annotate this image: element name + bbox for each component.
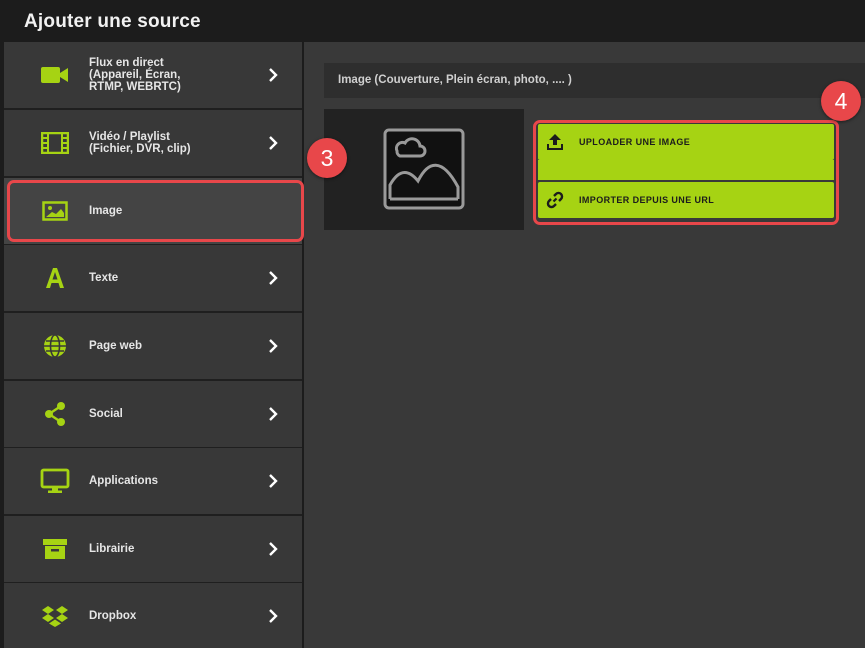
sidebar-item-label: Dropbox: [89, 610, 137, 622]
sidebar-item-label: Applications: [89, 475, 159, 487]
button-group-background: [538, 160, 834, 180]
step-marker-4: 4: [821, 81, 861, 121]
chevron-right-icon: [269, 136, 278, 150]
video-camera-icon: [40, 62, 70, 88]
step-marker-3: 3: [307, 138, 347, 178]
share-icon: [40, 401, 70, 427]
sidebar-item-image[interactable]: Image: [4, 178, 302, 244]
source-detail-header: Image (Couverture, Plein écran, photo, .…: [324, 63, 865, 98]
text-a-icon: [40, 265, 70, 291]
chevron-right-icon: [269, 68, 278, 82]
import-from-url-button[interactable]: IMPORTER DEPUIS UNE URL: [538, 182, 834, 218]
upload-image-button[interactable]: UPLOADER UNE IMAGE: [538, 124, 834, 160]
link-icon: [546, 191, 564, 209]
upload-image-label: UPLOADER UNE IMAGE: [579, 137, 691, 147]
image-placeholder-thumbnail: [324, 109, 524, 230]
sidebar-item-video-playlist[interactable]: Vidéo / Playlist (Fichier, DVR, clip): [4, 110, 302, 176]
chevron-right-icon: [269, 339, 278, 353]
sidebar-item-applications[interactable]: Applications: [4, 448, 302, 514]
monitor-icon: [40, 468, 70, 494]
chevron-right-icon: [269, 407, 278, 421]
sidebar-item-label: Flux en direct (Appareil, Écran, RTMP, W…: [89, 57, 181, 93]
image-icon: [40, 198, 70, 224]
sidebar-item-label: Vidéo / Playlist (Fichier, DVR, clip): [89, 131, 191, 155]
dropbox-icon: [40, 603, 70, 629]
import-from-url-label: IMPORTER DEPUIS UNE URL: [579, 195, 715, 205]
sidebar-item-social[interactable]: Social: [4, 381, 302, 447]
image-placeholder-icon: [383, 128, 465, 210]
sidebar-item-live-stream[interactable]: Flux en direct (Appareil, Écran, RTMP, W…: [4, 42, 302, 108]
globe-icon: [40, 333, 70, 359]
upload-icon: [547, 134, 563, 150]
sidebar-item-text[interactable]: Texte: [4, 245, 302, 311]
archive-box-icon: [40, 536, 70, 562]
sidebar-item-label: Texte: [89, 272, 119, 284]
source-detail-title: Image (Couverture, Plein écran, photo, .…: [338, 74, 572, 86]
dialog-header: Ajouter une source: [0, 0, 865, 42]
sidebar-item-label: Image: [89, 205, 123, 217]
chevron-right-icon: [269, 609, 278, 623]
sidebar-item-label: Social: [89, 408, 123, 420]
sidebar-item-library[interactable]: Librairie: [4, 516, 302, 582]
sidebar-item-label: Page web: [89, 340, 143, 352]
sidebar-item-dropbox[interactable]: Dropbox: [4, 583, 302, 648]
sidebar-item-web-page[interactable]: Page web: [4, 313, 302, 379]
chevron-right-icon: [269, 474, 278, 488]
chevron-right-icon: [269, 271, 278, 285]
sidebar-item-label: Librairie: [89, 543, 135, 555]
chevron-right-icon: [269, 542, 278, 556]
film-strip-icon: [40, 130, 70, 156]
dialog-title: Ajouter une source: [24, 11, 201, 32]
